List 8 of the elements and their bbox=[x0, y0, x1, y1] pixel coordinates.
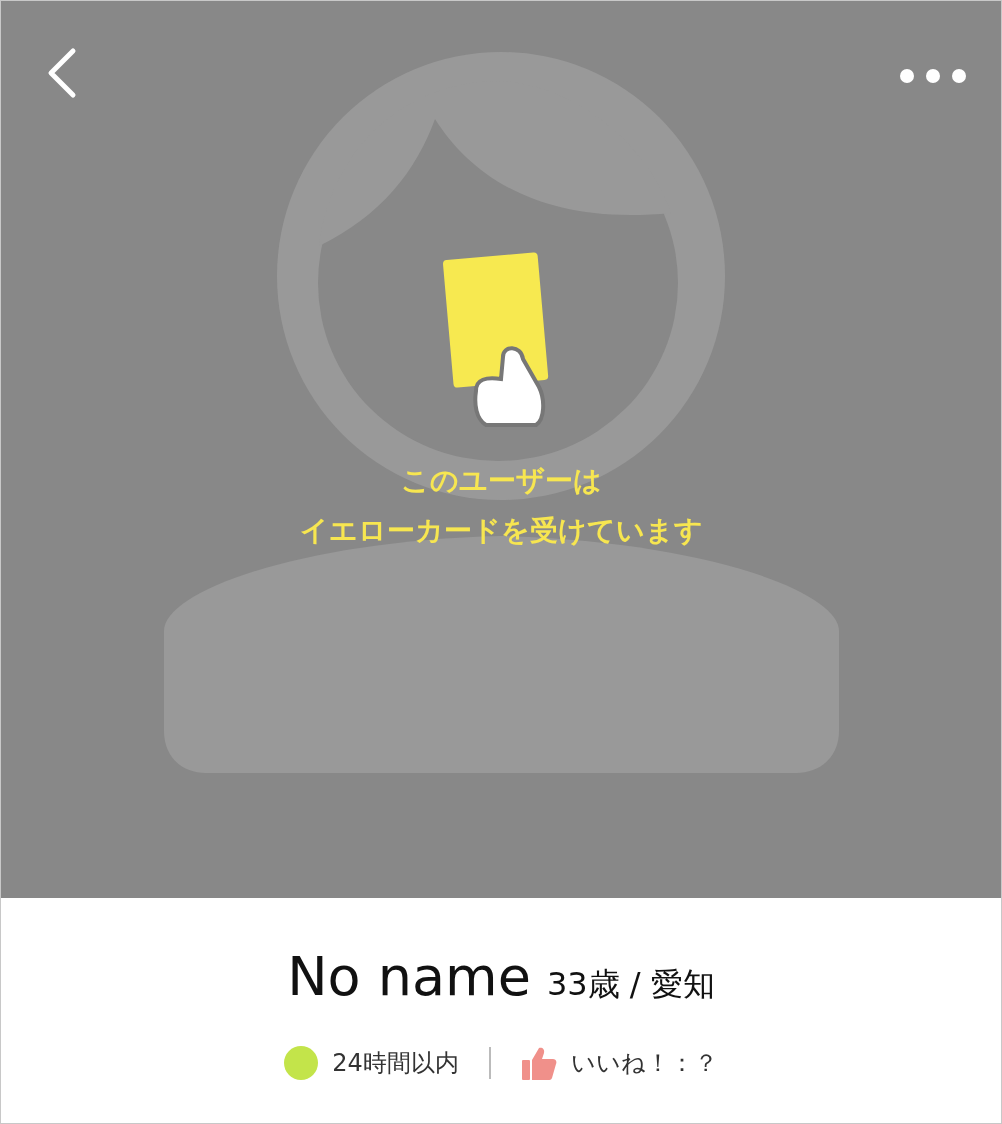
thumbs-up-icon bbox=[520, 1045, 557, 1081]
user-name: No name bbox=[287, 944, 531, 1010]
likes-count-text: いいね！：？ bbox=[570, 1048, 718, 1079]
notice-text: このユーザーは bbox=[400, 464, 602, 497]
age-area: 33歳 / 愛知 bbox=[546, 960, 715, 1008]
last-login-text: 24時間以内 bbox=[332, 1048, 459, 1079]
notice-text: イエローカードを受けています bbox=[299, 514, 703, 547]
online-status-dot bbox=[284, 1046, 319, 1080]
